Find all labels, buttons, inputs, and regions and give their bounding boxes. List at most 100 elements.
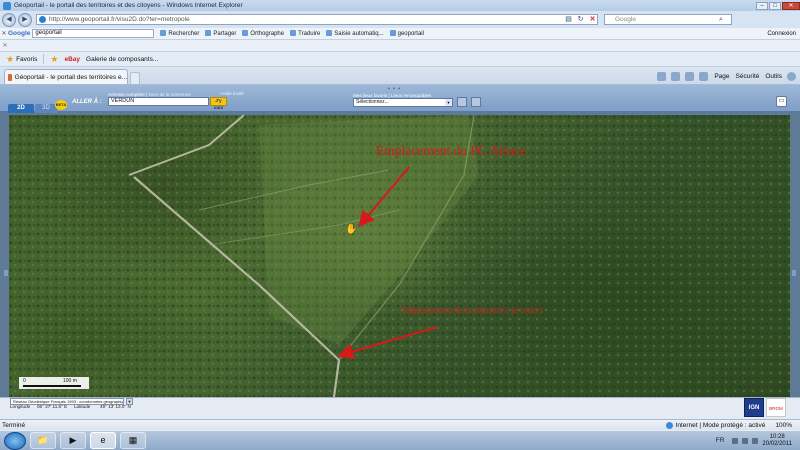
explorer-icon[interactable]: 📁 xyxy=(30,432,56,449)
aller-a-label: ALLER À : xyxy=(72,99,102,105)
annotation-pc-alsace: Emplacement du PC Alsace xyxy=(376,143,527,158)
url-text[interactable]: http://www.geoportail.fr/visu2D.do?ter=m… xyxy=(49,16,561,23)
stop-icon[interactable]: ✕ xyxy=(588,15,597,24)
rss-icon[interactable] xyxy=(671,72,681,81)
tab-geoportail[interactable]: Géoportail - le portail des territoires … xyxy=(4,69,128,84)
media-player-icon[interactable]: ▶ xyxy=(60,432,86,449)
help-link[interactable]: »Aide invité xyxy=(220,91,244,96)
orthographe-button[interactable]: Orthographe xyxy=(242,30,284,37)
address-bar[interactable]: http://www.geoportail.fr/visu2D.do?ter=m… xyxy=(36,14,598,25)
partager-button[interactable]: Partager xyxy=(205,30,236,37)
saisie-button[interactable]: Saisie automatiq... xyxy=(326,30,384,37)
close-strip-icon[interactable]: ✕ xyxy=(0,42,10,49)
start-button[interactable] xyxy=(4,431,26,450)
favorite-manage-icon[interactable] xyxy=(471,97,481,107)
app-taskbar-icon[interactable]: ▦ xyxy=(120,432,146,449)
google-search-input[interactable]: geoportail xyxy=(32,29,155,38)
close-toolbar-icon[interactable]: ✕ xyxy=(0,30,8,37)
chevron-down-icon: ▼ xyxy=(445,99,452,106)
zoom-level[interactable]: 100% xyxy=(775,422,792,429)
right-panel-toggle[interactable] xyxy=(792,270,796,276)
home-icon[interactable] xyxy=(657,72,667,81)
mail-icon[interactable] xyxy=(685,72,695,81)
share-icon xyxy=(205,30,212,36)
favorite-add-icon[interactable] xyxy=(457,97,467,107)
clock-time: 10:28 xyxy=(769,433,785,440)
latitude-label: Latitude xyxy=(74,404,91,409)
google-logo: Google xyxy=(8,30,31,37)
new-tab-button[interactable] xyxy=(130,72,140,84)
favorites-bar: ★ Favoris ★ eBay Galerie de composants..… xyxy=(0,52,800,67)
window-titlebar: Géoportail - le portail des territoires … xyxy=(0,0,800,11)
status-text: Terminé xyxy=(2,421,26,429)
view-2d-button[interactable]: 2D xyxy=(8,104,34,113)
help-icon[interactable] xyxy=(787,72,796,81)
status-bar: Terminé Internet | Mode protégé : activé… xyxy=(0,419,800,430)
favorites-star-icon[interactable]: ★ xyxy=(6,54,14,65)
brgm-logo: BRGM xyxy=(766,398,786,417)
close-button[interactable]: ✕ xyxy=(782,1,800,10)
command-bar: Page Sécurité Outils xyxy=(652,69,800,84)
globe-icon xyxy=(665,421,673,429)
compat-icon[interactable]: ▤ xyxy=(564,15,573,24)
ie-taskbar-icon[interactable]: e xyxy=(90,432,116,449)
clock[interactable]: 10:28 20/02/2011 xyxy=(762,434,792,448)
left-panel-toggle[interactable] xyxy=(4,270,8,276)
securite-menu[interactable]: Sécurité xyxy=(736,73,760,80)
taskbar: 📁 ▶ e ▦ FR 10:28 20/02/2011 xyxy=(0,430,800,450)
scale-line xyxy=(23,385,81,387)
collapse-grip[interactable]: • • • xyxy=(388,86,401,92)
scale-end: 100 m xyxy=(63,378,77,384)
volume-icon[interactable] xyxy=(752,437,759,444)
address-row: ◀ ▶ http://www.geoportail.fr/visu2D.do?t… xyxy=(0,11,800,28)
security-zone[interactable]: Internet | Mode protégé : activé xyxy=(665,421,765,429)
annotation-pancarte: Emplacement de la pancarte ( je crois ) xyxy=(402,305,543,315)
maximize-button[interactable]: □ xyxy=(769,1,781,10)
search-icon xyxy=(160,30,167,36)
traduire-button[interactable]: Traduire xyxy=(290,30,320,37)
view-3d-button[interactable]: 3D xyxy=(35,104,57,113)
back-icon[interactable]: ◀ xyxy=(2,12,16,27)
print-icon[interactable] xyxy=(699,72,709,81)
ign-logo: IGN xyxy=(744,398,764,417)
search-icon[interactable]: ⌕ xyxy=(719,16,731,24)
fav-galerie[interactable]: Galerie de composants... xyxy=(86,56,158,63)
search-input[interactable]: Google xyxy=(605,16,719,23)
bookmark-icon xyxy=(389,30,396,36)
refresh-icon[interactable]: ↻ xyxy=(576,15,585,24)
longitude-value: 05° 27' 11.5'' E xyxy=(37,404,68,409)
aerial-map[interactable]: Emplacement du PC Alsace Emplacement de … xyxy=(9,115,790,397)
address-input[interactable]: VERDUN xyxy=(108,97,209,106)
toolbar-strip: ✕ xyxy=(0,40,800,52)
page-menu[interactable]: Page xyxy=(714,73,729,80)
divider xyxy=(43,54,45,64)
fav-ebay[interactable]: eBay xyxy=(64,56,80,63)
window-title: Géoportail - le portail des territoires … xyxy=(14,2,243,9)
collapse-panel-icon[interactable]: ▭ xyxy=(776,96,787,107)
minimize-button[interactable]: – xyxy=(756,1,768,10)
scale-bar: 0 100 m xyxy=(19,377,89,389)
autofill-icon xyxy=(326,30,333,36)
tab-row: Géoportail - le portail des territoires … xyxy=(0,67,800,85)
network-icon[interactable] xyxy=(742,437,749,444)
go-button[interactable]: J'y vais xyxy=(210,97,227,111)
system-tray: FR 10:28 20/02/2011 xyxy=(716,432,792,450)
rechercher-button[interactable]: Rechercher xyxy=(160,30,199,37)
translate-icon xyxy=(290,30,297,36)
search-box[interactable]: Google ⌕ xyxy=(604,14,732,25)
outils-menu[interactable]: Outils xyxy=(765,73,782,80)
clock-date: 20/02/2011 xyxy=(762,440,792,447)
favoris-button[interactable]: Favoris xyxy=(16,56,37,63)
beta-badge: BETA xyxy=(55,100,67,110)
google-toolbar: ✕ Google geoportail Rechercher Partager … xyxy=(0,28,800,40)
geoportail-bookmark[interactable]: geoportail xyxy=(389,30,424,37)
connexion-button[interactable]: Connexion xyxy=(767,31,796,37)
add-favorite-icon[interactable]: ★ xyxy=(50,54,58,65)
forward-icon[interactable]: ▶ xyxy=(18,12,32,27)
hand-cursor-icon: ✋ xyxy=(345,224,358,235)
language-indicator[interactable]: FR xyxy=(716,437,725,444)
tray-arrow-icon[interactable] xyxy=(732,437,739,444)
favorites-select[interactable]: Sélectionnez... ▼ xyxy=(353,98,453,107)
tab-favicon xyxy=(8,73,12,81)
ie-icon xyxy=(3,1,11,10)
